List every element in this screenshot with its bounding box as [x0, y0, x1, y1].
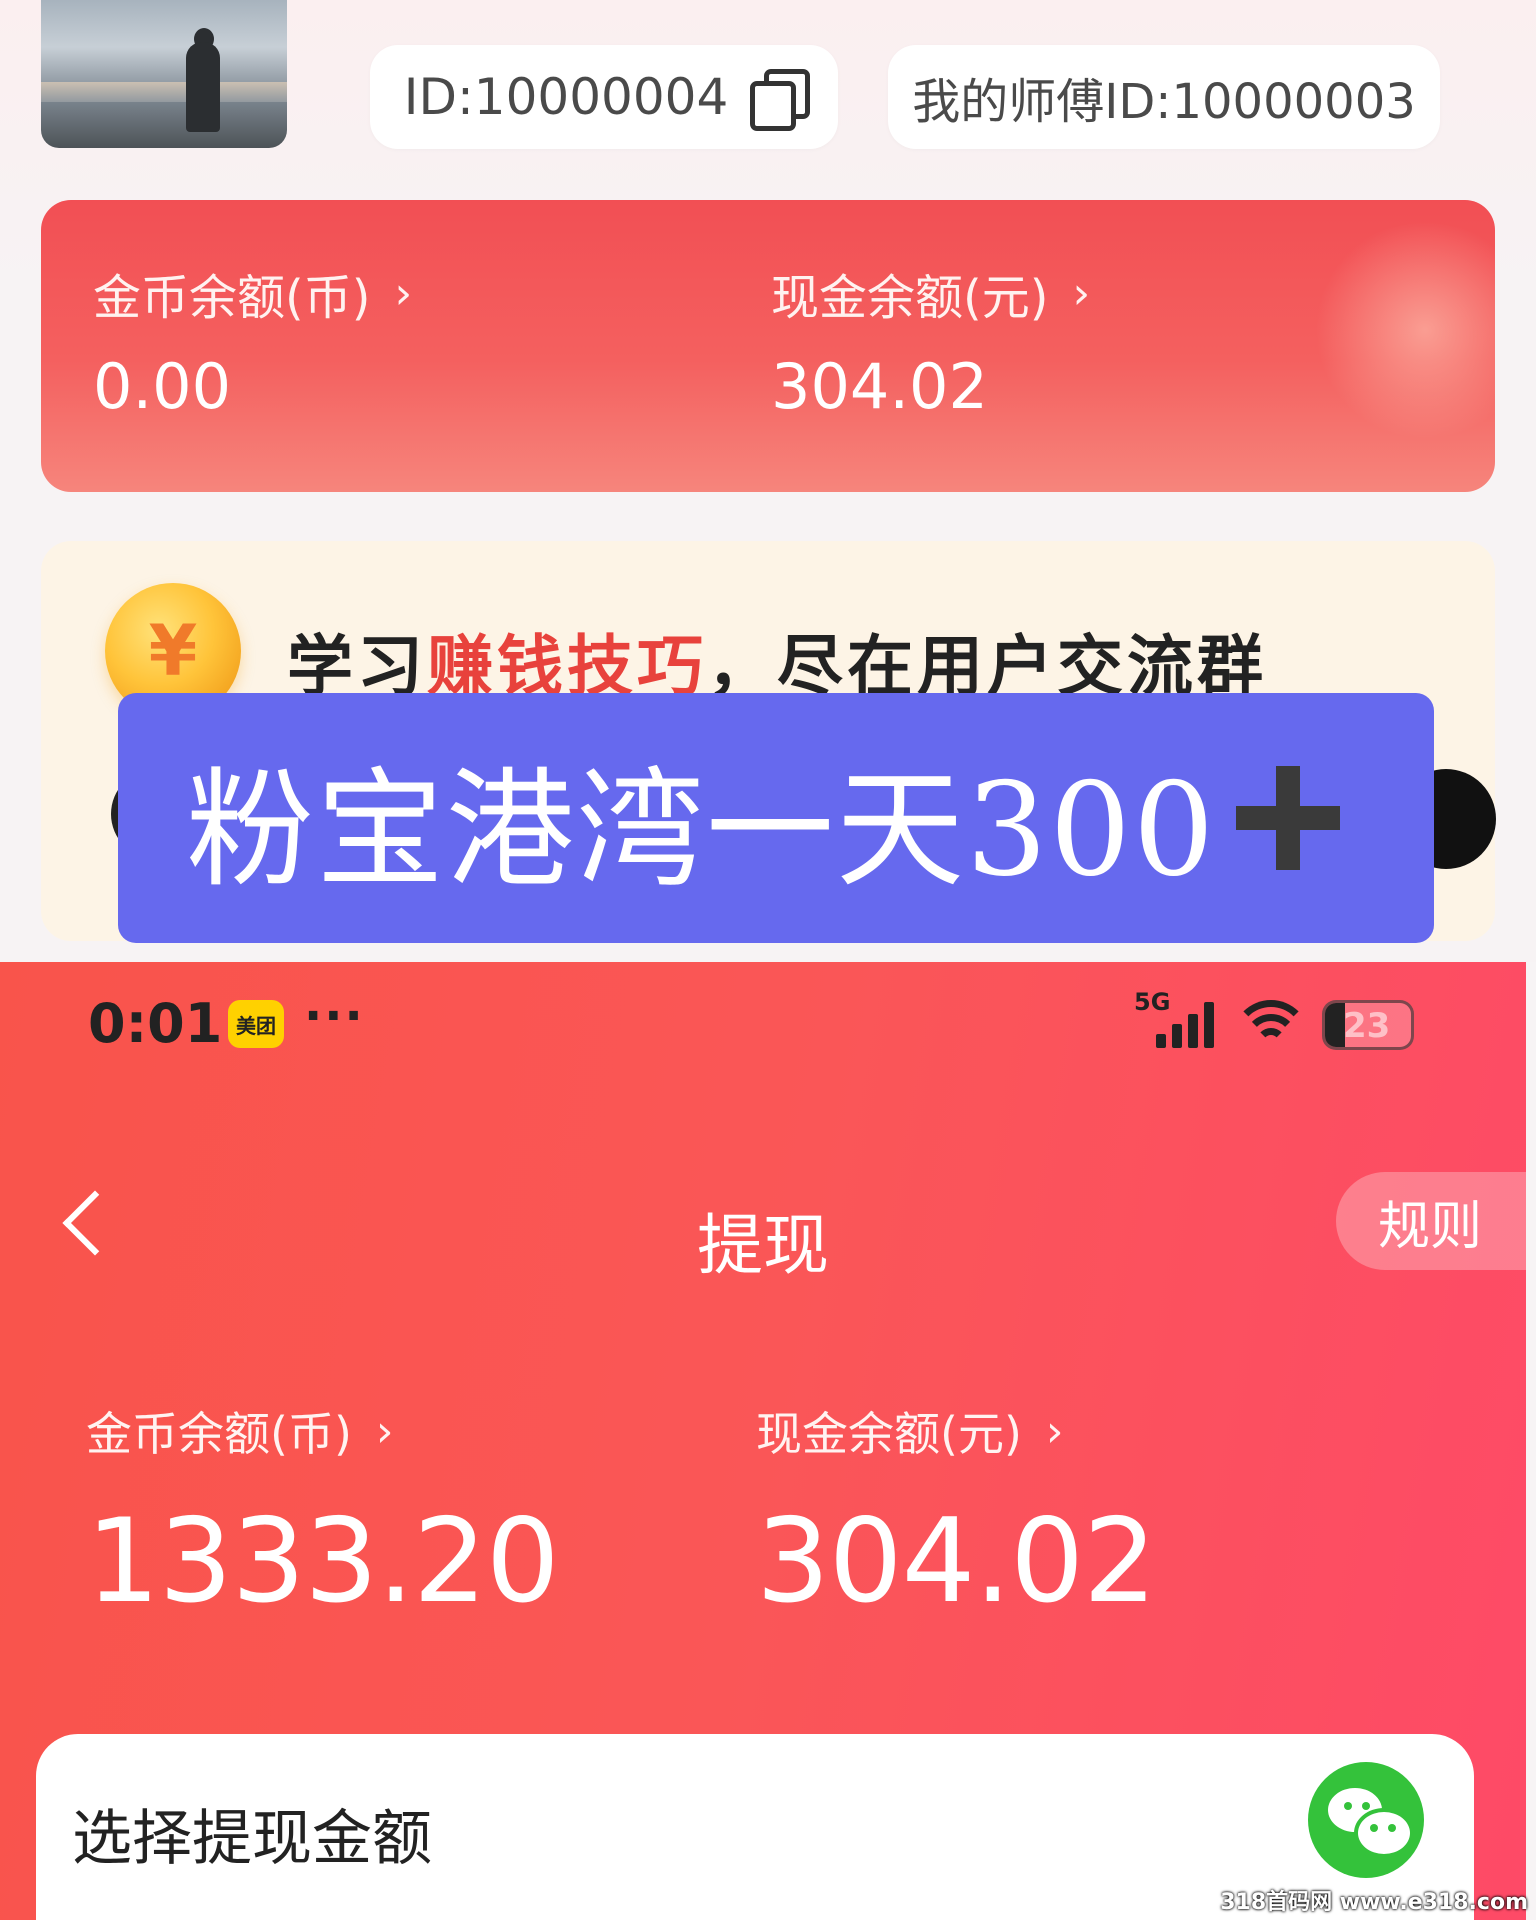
wechat-pay-icon[interactable] — [1308, 1762, 1424, 1878]
copy-icon[interactable] — [750, 69, 811, 131]
withdraw-screen: 0:01 美团 ··· 5G 23 提现 规则 金币余额(币) › 1333.2… — [0, 962, 1526, 1920]
promo-overlay-banner: 粉宝港湾一天300 — [118, 693, 1434, 943]
cash-balance-value: 304.02 — [771, 350, 988, 423]
profile-screen: ID:10000004 我的师傅ID:10000003 金币余额(币) › 0.… — [0, 0, 1536, 962]
cash-balance-label: 现金余额(元) — [756, 1407, 1022, 1461]
status-bar: 0:01 美团 ··· 5G 23 — [0, 962, 1526, 1072]
plus-icon — [1236, 766, 1341, 870]
chevron-right-icon: › — [1072, 267, 1091, 319]
coin-balance[interactable]: 金币余额(币) › 0.00 — [93, 258, 413, 424]
battery-percent: 23 — [1343, 1006, 1391, 1046]
more-notifications-icon: ··· — [304, 988, 365, 1044]
cash-balance[interactable]: 现金余额(元) › 304.02 — [771, 258, 1091, 424]
cash-balance[interactable]: 现金余额(元) › 304.02 — [756, 1398, 1157, 1630]
avatar-figure — [186, 42, 220, 132]
status-time: 0:01 — [88, 992, 223, 1055]
battery-icon: 23 — [1322, 1000, 1414, 1050]
coin-balance-label: 金币余额(币) — [86, 1407, 352, 1461]
network-type: 5G — [1134, 988, 1171, 1016]
chevron-right-icon: › — [394, 267, 413, 319]
nav-bar: 提现 规则 — [0, 1172, 1526, 1284]
battery-level — [1325, 1003, 1345, 1047]
user-id-pill[interactable]: ID:10000004 — [370, 45, 838, 149]
chevron-right-icon: › — [375, 1405, 394, 1457]
watermark: 318首码网 www.e318.com — [1220, 1890, 1528, 1915]
chevron-right-icon: › — [1045, 1405, 1064, 1457]
promo-text: 粉宝港湾一天300 — [186, 755, 1217, 905]
coin-balance-value: 0.00 — [93, 350, 232, 423]
coin-balance-label: 金币余额(币) — [93, 270, 371, 326]
rules-button[interactable]: 规则 — [1336, 1172, 1526, 1270]
balance-card: 金币余额(币) › 0.00 现金余额(元) › 304.02 — [41, 200, 1495, 492]
select-amount-label: 选择提现金额 — [72, 1804, 432, 1874]
cellular-signal-icon: 5G — [1134, 988, 1224, 1052]
user-id-text: ID:10000004 — [403, 68, 729, 126]
avatar-sea — [41, 82, 287, 102]
wifi-icon — [1232, 994, 1310, 1050]
avatar[interactable] — [41, 0, 287, 148]
coin-balance[interactable]: 金币余额(币) › 1333.20 — [86, 1398, 560, 1630]
cash-balance-value: 304.02 — [756, 1494, 1157, 1629]
meituan-notification-icon: 美团 — [228, 1000, 284, 1048]
master-id-text: 我的师傅ID:10000003 — [912, 74, 1416, 130]
page-title: 提现 — [697, 1207, 829, 1284]
cash-balance-label: 现金余额(元) — [771, 270, 1049, 326]
master-id-pill: 我的师傅ID:10000003 — [888, 45, 1440, 149]
coin-balance-value: 1333.20 — [86, 1494, 560, 1629]
card-glow — [1315, 220, 1495, 440]
